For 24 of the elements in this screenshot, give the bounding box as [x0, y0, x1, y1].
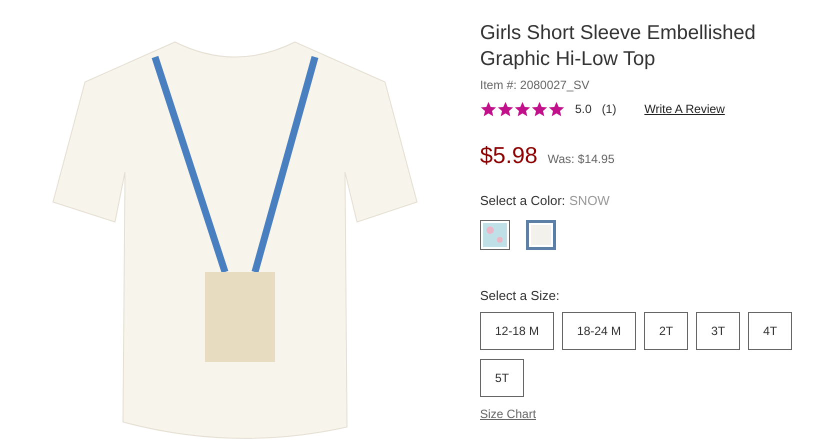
- write-review-link[interactable]: Write A Review: [644, 100, 725, 118]
- item-number: Item #: 2080027_SV: [480, 77, 590, 94]
- star-icon: [531, 100, 548, 118]
- star-icon: [514, 100, 531, 118]
- size-option[interactable]: 12-18 M: [480, 312, 554, 350]
- review-count: (1): [602, 101, 616, 118]
- star-icon: [548, 100, 565, 118]
- size-label: Select a Size:: [480, 287, 560, 305]
- size-option[interactable]: 18-24 M: [562, 312, 636, 350]
- sale-price: $5.98: [480, 141, 538, 170]
- size-chart-link[interactable]: Size Chart: [480, 404, 536, 422]
- rating-value: 5.0: [575, 101, 592, 118]
- was-price: Was: $14.95: [548, 151, 614, 168]
- size-option[interactable]: 4T: [748, 312, 792, 350]
- star-icon: [497, 100, 514, 118]
- size-option[interactable]: 2T: [644, 312, 688, 350]
- star-icon: [480, 100, 497, 118]
- product-title: Girls Short Sleeve Embellished Graphic Hi-Low Top: [480, 21, 757, 72]
- color-label: Select a Color:: [480, 192, 566, 210]
- size-option[interactable]: 5T: [480, 358, 524, 396]
- color-swatch[interactable]: [480, 220, 510, 250]
- color-swatch[interactable]: [526, 220, 556, 250]
- color-value: SNOW: [569, 192, 610, 210]
- size-option[interactable]: 3T: [696, 312, 740, 350]
